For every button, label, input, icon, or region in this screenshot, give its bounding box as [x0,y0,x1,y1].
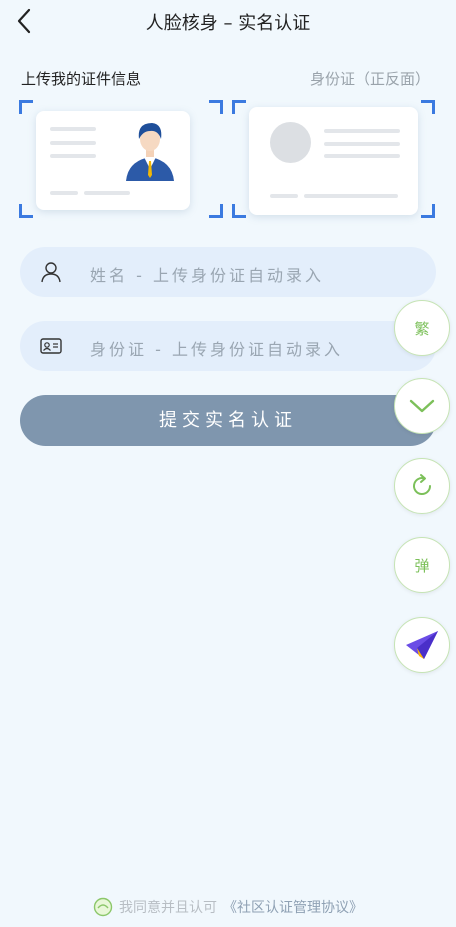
section-hint: 身份证（正反面） [309,70,430,88]
agree-checkbox-icon[interactable] [93,897,113,917]
placeholder-line [50,127,96,131]
popup-label: 弹 [414,556,430,575]
agree-text: 我同意并且认可 [119,900,217,916]
frame-corner [232,204,246,218]
id-number-field[interactable]: 身份证 - 上传身份证自动录入 [20,321,436,371]
submit-verification-button[interactable]: 提交实名认证 [20,395,436,446]
refresh-button[interactable] [394,458,450,514]
placeholder-line [304,194,398,198]
page-title: 人脸核身 – 实名认证 [145,13,311,34]
id-card-front-illustration [36,111,190,210]
placeholder-line [324,129,400,133]
placeholder-line [50,154,96,158]
person-avatar-icon [126,123,174,181]
frame-corner [209,100,223,114]
frame-corner [209,204,223,218]
traditional-chinese-label: 繁 [414,319,430,338]
placeholder-line [324,154,400,158]
placeholder-line [84,191,130,195]
frame-corner [421,100,435,114]
frame-corner [232,100,246,114]
placeholder-line [324,142,400,146]
frame-corner [19,204,33,218]
placeholder-line [270,194,298,198]
refresh-icon [413,474,432,495]
collapse-button[interactable] [394,378,450,434]
id-card-icon [40,338,62,354]
send-button[interactable] [394,617,450,673]
name-field[interactable]: 姓名 - 上传身份证自动录入 [20,247,436,297]
id-card-front-upload[interactable] [19,100,223,218]
section-title: 上传我的证件信息 [21,70,142,88]
agreement-footer: 我同意并且认可 《社区认证管理协议》 [0,897,456,923]
frame-corner [421,204,435,218]
paper-plane-icon [406,631,438,659]
agreement-link[interactable]: 《社区认证管理协议》 [223,897,363,917]
name-placeholder: 姓名 - 上传身份证自动录入 [90,266,324,285]
id-card-back-illustration [249,107,418,215]
placeholder-line [50,191,78,195]
frame-corner [19,100,33,114]
chevron-down-icon [409,399,435,413]
person-icon [41,262,61,283]
top-bar: 人脸核身 – 实名认证 [0,0,456,44]
emblem-placeholder-icon [270,122,311,163]
id-card-back-upload[interactable] [232,100,435,218]
traditional-chinese-button[interactable]: 繁 [394,300,450,356]
id-placeholder: 身份证 - 上传身份证自动录入 [90,340,343,359]
popup-button[interactable]: 弹 [394,537,450,593]
placeholder-line [50,141,96,145]
